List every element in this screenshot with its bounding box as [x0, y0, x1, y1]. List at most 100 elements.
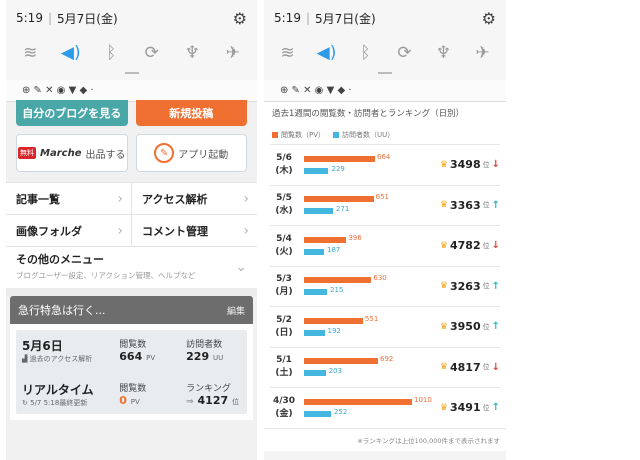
- bar-group: 551 192: [298, 307, 426, 347]
- menu-images-label: 画像フォルダ: [16, 224, 82, 238]
- status-date: 5月7日(金): [315, 11, 376, 26]
- airplane-icon[interactable]: ✈: [220, 43, 246, 63]
- rank-cell: ♛ 4782 位 ↓: [426, 239, 500, 252]
- view-blog-button[interactable]: 自分のブログを見る: [16, 100, 128, 126]
- menu-comments-label: コメント管理: [142, 224, 208, 238]
- menu-comments[interactable]: コメント管理 ›: [131, 215, 257, 246]
- crown-icon: ♛: [439, 362, 448, 373]
- chevron-right-icon: ›: [243, 222, 249, 239]
- gear-icon[interactable]: ⚙: [233, 9, 247, 28]
- flashlight-icon[interactable]: ♆: [179, 43, 205, 63]
- rank-unit: 位: [482, 322, 490, 331]
- wifi-icon[interactable]: ≋: [17, 43, 43, 63]
- clock: 5:19: [274, 11, 301, 25]
- uu-label: 訪問者数: [186, 340, 223, 350]
- pv-bar: [304, 398, 412, 405]
- arrow-down-icon: ↓: [491, 240, 500, 252]
- rank-number: 3950: [449, 320, 481, 334]
- realtime[interactable]: リアルタイム ↻ 5/7 5:18最終更新: [16, 374, 113, 414]
- menu-images[interactable]: 画像フォルダ ›: [6, 215, 131, 246]
- other-menu-title: その他のメニュー: [16, 253, 104, 266]
- clock: 5:19: [16, 11, 43, 25]
- legend: 閲覧数（PV） 訪問者数（UU）: [264, 124, 506, 144]
- quick-settings: ≋ ◀) ᛒ ⟳ ♆ ✈: [6, 36, 257, 70]
- rank-cell: ♛ 3363 位 ↑: [426, 199, 500, 212]
- pv-bar-label: 651: [375, 193, 389, 202]
- flashlight-icon[interactable]: ♆: [431, 43, 457, 63]
- rotate-icon[interactable]: ⟳: [139, 43, 165, 63]
- uu-value: 229 UU: [186, 350, 224, 363]
- drag-handle[interactable]: [6, 70, 257, 80]
- rank-unit: 位: [482, 282, 490, 291]
- other-menu-subtitle: ブログユーザー設定、リアクション管理、ヘルプなど: [16, 271, 196, 280]
- new-post-button[interactable]: 新規投稿: [135, 100, 247, 126]
- day-label: 5/2 (日): [275, 314, 293, 338]
- bar-group: 1010 252: [298, 388, 432, 428]
- uu-bar: [304, 370, 326, 377]
- menu-analytics-label: アクセス解析: [142, 192, 208, 206]
- bar-group: 664 229: [298, 145, 426, 185]
- rotate-icon[interactable]: ⟳: [392, 43, 418, 63]
- crown-icon: ♛: [439, 281, 448, 292]
- rt-pv-value: 0 PV: [119, 394, 140, 407]
- uu-bar-label: 187: [326, 245, 341, 254]
- arrow-up-icon: ↑: [491, 199, 500, 211]
- stats-date[interactable]: 5月6日 ▟ 過去のアクセス解析: [16, 330, 113, 370]
- edit-link[interactable]: 編集: [227, 304, 245, 317]
- launch-app-button[interactable]: ✎ アプリ起動: [135, 134, 247, 172]
- pencil-icon: ✎: [154, 143, 175, 163]
- arrow-up-icon: ↑: [491, 402, 500, 414]
- arrow-up-icon: ↑: [491, 280, 500, 292]
- pv-bar: [304, 155, 375, 162]
- rank-number: 3263: [449, 279, 481, 293]
- wifi-icon[interactable]: ≋: [275, 43, 301, 63]
- separator: |: [305, 11, 310, 25]
- marche-button[interactable]: 無料 Marche 出品する: [16, 134, 128, 172]
- realtime-title: リアルタイム: [22, 382, 94, 397]
- legend-uu: 訪問者数（UU）: [333, 130, 394, 140]
- rank-cell: ♛ 3263 位 ↑: [426, 280, 500, 293]
- marche-label: 出品する: [85, 149, 126, 161]
- separator: |: [47, 11, 52, 25]
- menu-articles[interactable]: 記事一覧 ›: [6, 183, 131, 214]
- rank-unit: 位: [482, 363, 490, 372]
- gear-icon[interactable]: ⚙: [482, 9, 496, 28]
- drag-handle[interactable]: [264, 70, 506, 80]
- pv-bar-label: 630: [373, 274, 387, 283]
- rank-number: 3491: [449, 401, 481, 415]
- uu-bar-label: 252: [333, 407, 348, 416]
- pv-bar: [304, 317, 363, 324]
- pv-stat: 閲覧数 664 PV: [113, 330, 180, 370]
- stats-date-sub: ▟ 過去のアクセス解析: [22, 354, 93, 363]
- rank-cell: ♛ 3950 位 ↑: [426, 320, 500, 333]
- left-screen: 5:19 | 5月7日(金) ⚙ ≋ ◀) ᛒ ⟳ ♆ ✈ ⊕ ✎ ✕ ◉ ▼ …: [6, 0, 257, 460]
- sound-icon[interactable]: ◀): [314, 43, 340, 63]
- pv-bar-label: 1010: [414, 395, 432, 404]
- blog-title: 急行特急は行く...: [18, 304, 106, 317]
- legend-pv: 閲覧数（PV）: [272, 130, 325, 140]
- bluetooth-icon[interactable]: ᛒ: [98, 43, 124, 63]
- pv-bar: [304, 196, 374, 203]
- status-bar: 5:19 | 5月7日(金) ⚙: [6, 0, 257, 36]
- day-row: 5/4 (火) 396 187 ♛ 4782 位 ↓: [270, 225, 500, 266]
- uu-bar: [304, 208, 333, 215]
- bar-group: 651 271: [298, 185, 426, 225]
- arrow-right-icon: ⇒: [186, 397, 194, 407]
- pv-bar-label: 396: [348, 233, 362, 242]
- uu-bar-label: 192: [327, 326, 341, 335]
- pv-bar: [304, 277, 372, 284]
- arrow-up-icon: ↑: [491, 321, 500, 333]
- notification-icons: ⊕ ✎ ✕ ◉ ▼ ◆ ·: [6, 80, 257, 102]
- launch-app-label: アプリ起動: [178, 149, 229, 161]
- menu-analytics[interactable]: アクセス解析 ›: [131, 183, 257, 214]
- sound-icon[interactable]: ◀): [58, 43, 84, 63]
- pv-value: 664 PV: [119, 350, 156, 363]
- rank-cell: ♛ 3498 位 ↓: [426, 158, 500, 171]
- other-menu[interactable]: その他のメニュー ブログユーザー設定、リアクション管理、ヘルプなど ⌄: [6, 246, 257, 288]
- stats-card: 5月6日 ▟ 過去のアクセス解析 閲覧数 664 PV 訪問者数 229 UU …: [10, 324, 253, 420]
- pv-bar: [304, 236, 347, 243]
- bluetooth-icon[interactable]: ᛒ: [353, 43, 379, 63]
- ranking-rows: 5/6 (木) 664 229 ♛ 3498 位 ↓ 5/5 (水) 651 271 ♛ 3363 位 ↑ 5/…: [264, 144, 506, 428]
- airplane-icon[interactable]: ✈: [470, 43, 496, 63]
- status-date: 5月7日(金): [57, 11, 118, 26]
